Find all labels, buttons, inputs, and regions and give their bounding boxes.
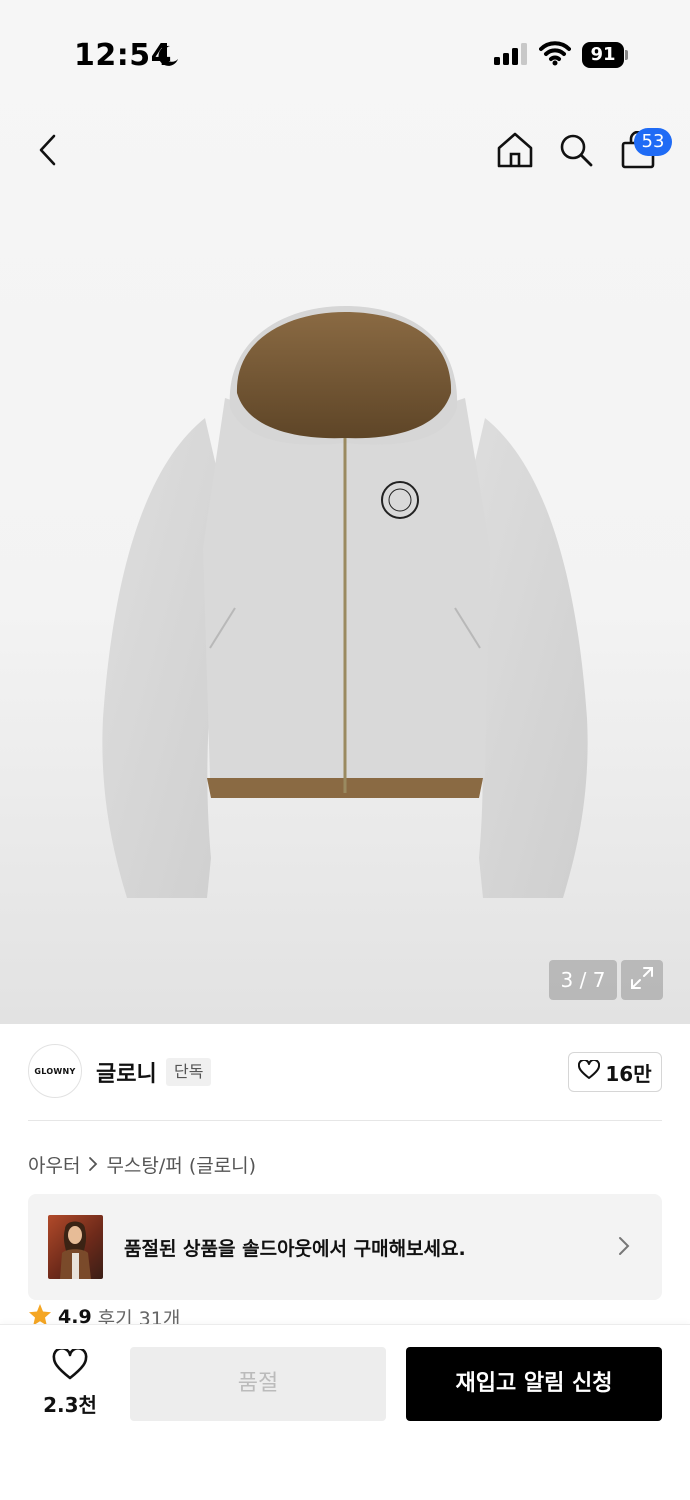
- brand-name[interactable]: 글로니: [96, 1056, 157, 1088]
- expand-image-button[interactable]: [621, 960, 663, 1000]
- brand-like-button[interactable]: 16만: [568, 1052, 662, 1092]
- chevron-right-icon: [88, 1156, 98, 1172]
- brand-logo-text: GLOWNY: [34, 1066, 76, 1076]
- wifi-icon: [539, 40, 571, 70]
- image-counter: 3 / 7: [549, 960, 617, 1000]
- restock-alert-button[interactable]: 재입고 알림 신청: [406, 1347, 662, 1421]
- soldout-banner[interactable]: 품절된 상품을 솔드아웃에서 구매해보세요.: [28, 1194, 662, 1300]
- status-bar: 12:54 91: [0, 0, 690, 110]
- wishlist-button[interactable]: 2.3천: [30, 1347, 110, 1419]
- breadcrumb-item-outer[interactable]: 아우터: [28, 1151, 80, 1178]
- cellular-signal-icon: [494, 42, 528, 70]
- divider: [28, 1120, 662, 1121]
- search-button[interactable]: [552, 128, 600, 176]
- brand-like-count: 16만: [605, 1061, 652, 1086]
- product-image: [95, 298, 595, 927]
- heart-icon: [52, 1347, 88, 1385]
- expand-icon: [629, 965, 655, 995]
- back-icon: [36, 133, 60, 171]
- bottom-action-bar: 2.3천 품절 재입고 알림 신청: [0, 1324, 690, 1500]
- battery-icon: 91: [582, 42, 628, 68]
- battery-level: 91: [582, 42, 624, 68]
- top-nav: [0, 110, 690, 194]
- heart-icon: [578, 1058, 601, 1085]
- search-icon: [558, 132, 594, 172]
- soldout-banner-text: 품절된 상품을 솔드아웃에서 구매해보세요.: [124, 1238, 466, 1260]
- home-button[interactable]: [491, 128, 539, 176]
- chevron-right-icon: [618, 1236, 630, 1260]
- wishlist-count: 2.3천: [43, 1393, 97, 1417]
- breadcrumb: 아우터 무스탕/퍼 (글로니): [28, 1150, 256, 1178]
- home-icon: [496, 131, 534, 173]
- breadcrumb-item-category[interactable]: 무스탕/퍼 (글로니): [106, 1151, 256, 1178]
- soldout-button[interactable]: 품절: [130, 1347, 386, 1421]
- brand-row: GLOWNY 글로니 단독 16만: [28, 1044, 662, 1100]
- cart-count-badge: 53: [634, 128, 672, 156]
- exclusive-badge: 단독: [166, 1058, 212, 1086]
- banner-thumbnail: [48, 1215, 103, 1279]
- brand-logo[interactable]: GLOWNY: [28, 1044, 82, 1098]
- back-button[interactable]: [24, 128, 72, 176]
- moon-icon: [156, 44, 180, 72]
